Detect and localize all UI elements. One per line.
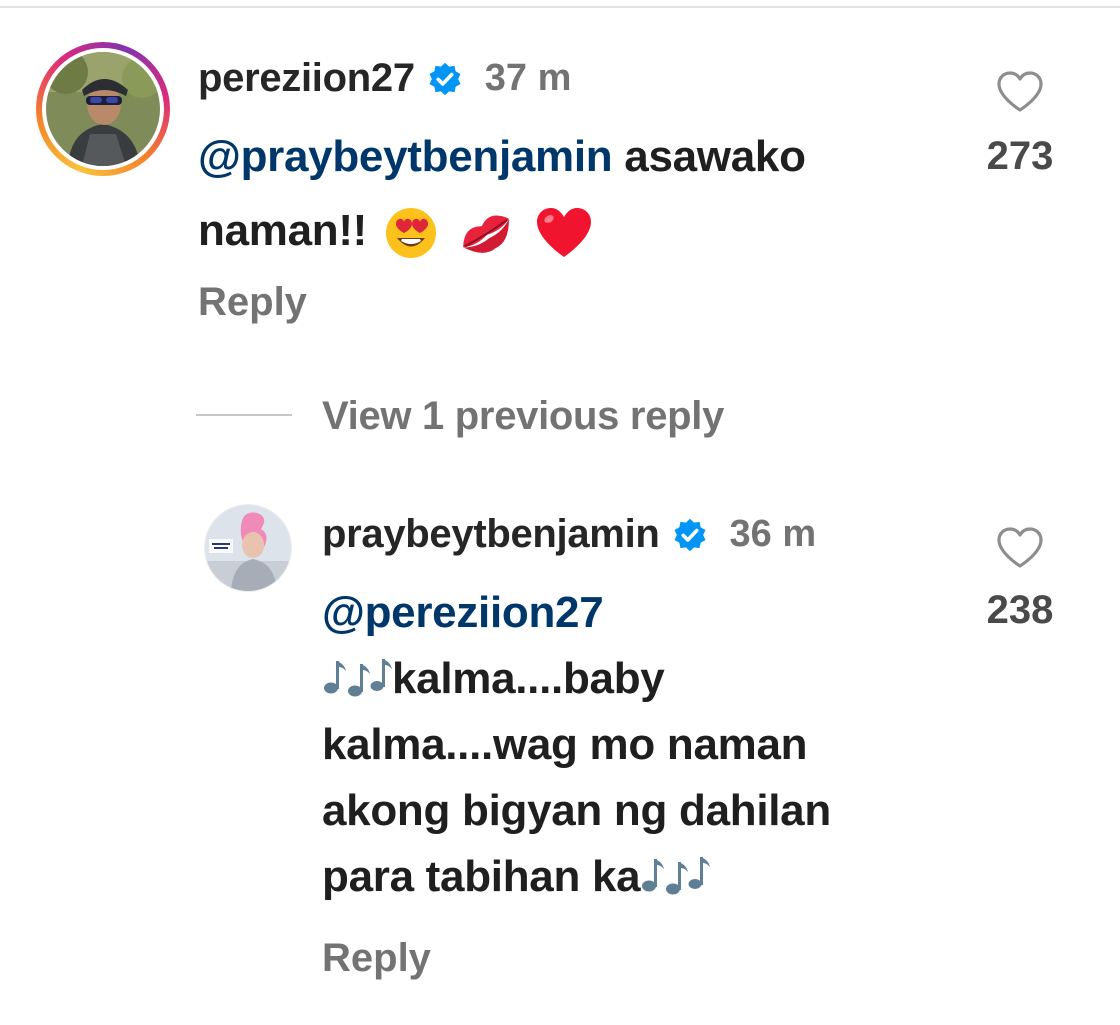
comment-text: asawako	[612, 132, 806, 181]
comment-text: kalma....baby	[392, 654, 665, 703]
heart-outline-icon[interactable]	[996, 526, 1044, 570]
avatar-praybeytbenjamin[interactable]	[204, 504, 292, 592]
heart-eyes-emoji	[385, 208, 436, 259]
kiss-lips-emoji	[463, 215, 509, 254]
comment-body: @pereziion27 kalma....baby kalma....wag …	[322, 580, 831, 910]
comment-text: naman!!	[198, 206, 368, 255]
mention-link[interactable]: @pereziion27	[322, 588, 604, 637]
avatar-image	[205, 505, 291, 591]
reply-button[interactable]: Reply	[322, 936, 431, 981]
top-divider	[0, 6, 1120, 8]
mention-link[interactable]: @praybeytbenjamin	[198, 132, 613, 181]
verified-badge-icon	[674, 518, 706, 551]
view-replies-button[interactable]: View 1 previous reply	[322, 394, 724, 439]
like-count: 238	[986, 588, 1054, 632]
view-replies-line	[196, 414, 292, 416]
reply-button[interactable]: Reply	[198, 280, 307, 325]
musical-notes-emoji	[324, 659, 392, 697]
comment-timestamp: 36 m	[729, 513, 817, 555]
like-count: 273	[986, 134, 1054, 178]
avatar-image	[46, 52, 160, 166]
avatar-pereziion27[interactable]	[36, 42, 170, 176]
musical-notes-emoji	[642, 857, 711, 895]
comment-body: @praybeytbenjamin asawako naman!!	[198, 126, 806, 262]
comment-text: para tabihan ka	[322, 852, 641, 901]
comment-text: kalma....wag mo naman	[322, 720, 808, 769]
comment-header: praybeytbenjamin 36 m	[322, 512, 816, 557]
comment-timestamp: 37 m	[484, 57, 572, 99]
comment-username[interactable]: pereziion27	[198, 56, 415, 101]
comment-username[interactable]: praybeytbenjamin	[322, 512, 660, 557]
comment-text: akong bigyan ng dahilan	[322, 786, 831, 835]
comment-header: pereziion27 37 m	[198, 56, 571, 101]
red-heart-emoji	[536, 208, 591, 258]
heart-outline-icon[interactable]	[996, 70, 1044, 114]
verified-badge-icon	[429, 62, 461, 95]
